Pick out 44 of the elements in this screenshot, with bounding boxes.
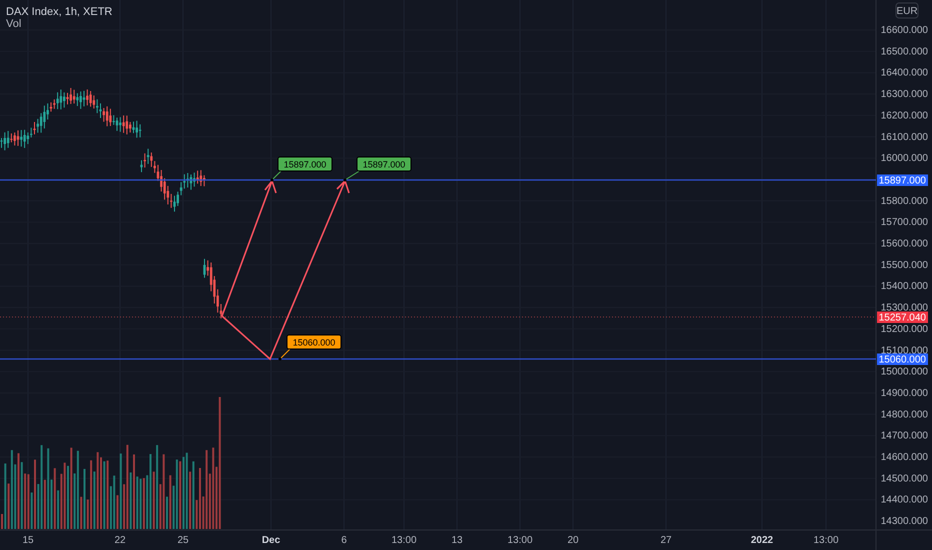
price-tick-label: 14300.000 xyxy=(880,516,928,528)
time-tick-label: 2022 xyxy=(750,535,774,546)
price-tick-label: 14400.000 xyxy=(880,494,928,506)
price-tick-label: 15000.000 xyxy=(880,366,928,378)
price-tick-label: 14800.000 xyxy=(880,409,928,420)
price-tick-label: 15300.000 xyxy=(880,302,928,314)
time-tick-label: 25 xyxy=(177,535,189,546)
price-tick-label: 15700.000 xyxy=(880,217,928,228)
time-tick-label: 13:00 xyxy=(391,535,417,546)
price-tick-label: 16000.000 xyxy=(880,153,928,164)
time-tick-label: 13 xyxy=(451,535,463,546)
price-tick-label: 15500.000 xyxy=(880,260,928,271)
price-tick-label: 14600.000 xyxy=(880,452,928,463)
time-tick-label: 27 xyxy=(660,535,672,546)
currency-button[interactable]: EUR xyxy=(896,2,918,18)
price-callout: 15897.000 xyxy=(270,156,332,182)
price-tick-label: 16100.000 xyxy=(880,132,928,143)
price-tag: 15060.000 xyxy=(877,354,928,366)
price-tick-label: 14700.000 xyxy=(880,430,928,442)
time-tick-label: 6 xyxy=(341,535,347,546)
time-tick-label: 22 xyxy=(114,535,126,546)
time-tick-label: 15 xyxy=(22,535,34,546)
volume-legend: Vol xyxy=(6,18,22,30)
price-tick-label: 15600.000 xyxy=(880,238,928,250)
price-tick-label: 14500.000 xyxy=(880,473,928,484)
price-tick-label: 16400.000 xyxy=(880,68,928,79)
price-callout: 15060.000 xyxy=(278,334,342,360)
price-tick-label: 15200.000 xyxy=(880,324,928,335)
time-tick-label: Dec xyxy=(262,535,280,546)
price-tick-label: 15100.000 xyxy=(880,345,928,356)
time-tick-label: 20 xyxy=(567,535,579,546)
price-tick-label: 15400.000 xyxy=(880,281,928,292)
time-tick-label: 13:00 xyxy=(507,535,533,546)
time-tick-label: 13:00 xyxy=(813,535,839,546)
price-tag: 15897.000 xyxy=(877,174,928,186)
price-tick-label: 16500.000 xyxy=(880,46,928,58)
price-tick-label: 16600.000 xyxy=(880,25,928,36)
price-tick-label: 15800.000 xyxy=(880,196,928,207)
price-tick-label: 16300.000 xyxy=(880,89,928,100)
price-tick-label: 16200.000 xyxy=(880,110,928,122)
chart-title: DAX Index, 1h, XETR xyxy=(6,6,112,18)
price-callout: 15897.000 xyxy=(344,156,412,182)
price-tick-label: 14900.000 xyxy=(880,388,928,399)
price-tag: 15257.040 xyxy=(877,312,928,324)
